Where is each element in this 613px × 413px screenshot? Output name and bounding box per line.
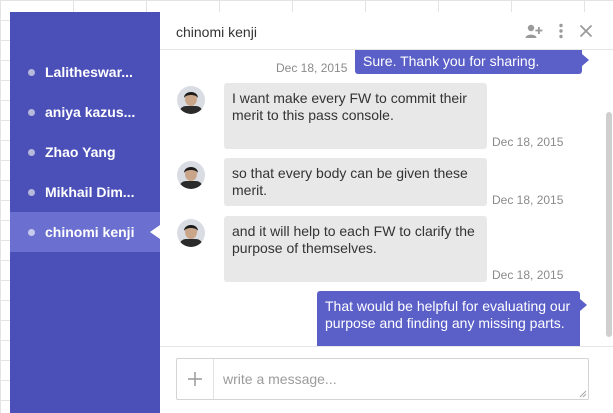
contact-name: Mikhail Dim... xyxy=(45,184,135,200)
avatar xyxy=(177,161,205,189)
contact-item[interactable]: aniya kazus... xyxy=(10,92,160,132)
message-text: I want make every FW to commit their mer… xyxy=(232,90,467,123)
plus-icon xyxy=(188,372,202,386)
message-text: and it will help to each FW to clarify t… xyxy=(232,223,475,256)
contact-item-active[interactable]: chinomi kenji xyxy=(10,212,160,252)
chat-header: chinomi kenji xyxy=(160,12,613,50)
contact-sidebar: Lalitheswar... aniya kazus... Zhao Yang … xyxy=(10,12,160,413)
contact-item[interactable]: Mikhail Dim... xyxy=(10,172,160,212)
message-timestamp: Dec 18, 2015 xyxy=(492,193,564,207)
more-vert-icon[interactable] xyxy=(551,21,571,41)
message-bubble-outgoing: That would be helpful for evaluating our… xyxy=(317,291,587,346)
message-input-box xyxy=(176,358,589,400)
message-bubble-incoming: so that every body can be given these me… xyxy=(224,158,487,206)
add-person-icon[interactable] xyxy=(524,21,544,41)
contact-name: Zhao Yang xyxy=(45,144,116,160)
status-dot xyxy=(28,148,35,156)
contact-name: chinomi kenji xyxy=(45,224,135,240)
close-icon[interactable] xyxy=(576,21,596,41)
message-scrollbar[interactable] xyxy=(606,112,612,337)
avatar xyxy=(177,219,205,247)
contact-name: aniya kazus... xyxy=(45,104,136,120)
status-dot xyxy=(28,108,35,116)
message-timestamp: Dec 18, 2015 xyxy=(492,135,564,149)
message-bubble-outgoing: Sure. Thank you for sharing. xyxy=(355,50,589,74)
contact-item[interactable]: Zhao Yang xyxy=(10,132,160,172)
resize-handle-icon[interactable] xyxy=(579,390,587,398)
chat-title: chinomi kenji xyxy=(176,24,257,40)
message-text: so that every body can be given these me… xyxy=(232,165,468,198)
message-bubble-incoming: I want make every FW to commit their mer… xyxy=(224,83,487,149)
message-input[interactable] xyxy=(215,359,587,399)
bubble-tail xyxy=(582,54,589,66)
chat-panel: chinomi kenji Dec 18, 2015 Sure. Thank y… xyxy=(160,12,613,413)
message-bubble-incoming: and it will help to each FW to clarify t… xyxy=(224,216,487,282)
message-timestamp: Dec 18, 2015 xyxy=(492,268,564,282)
avatar xyxy=(177,86,205,114)
message-timestamp: Dec 18, 2015 xyxy=(276,61,348,75)
message-composer xyxy=(160,346,613,413)
bubble-tail xyxy=(580,299,587,311)
message-text: That would be helpful for evaluating our… xyxy=(325,298,571,331)
add-attachment-button[interactable] xyxy=(177,359,214,399)
status-dot xyxy=(28,188,35,196)
active-pointer xyxy=(150,225,160,239)
status-dot xyxy=(28,68,35,76)
contact-item[interactable]: Lalitheswar... xyxy=(10,52,160,92)
message-list: Dec 18, 2015 Sure. Thank you for sharing… xyxy=(160,50,613,346)
status-dot xyxy=(28,228,35,236)
contact-name: Lalitheswar... xyxy=(45,64,133,80)
message-text: Sure. Thank you for sharing. xyxy=(363,53,540,69)
